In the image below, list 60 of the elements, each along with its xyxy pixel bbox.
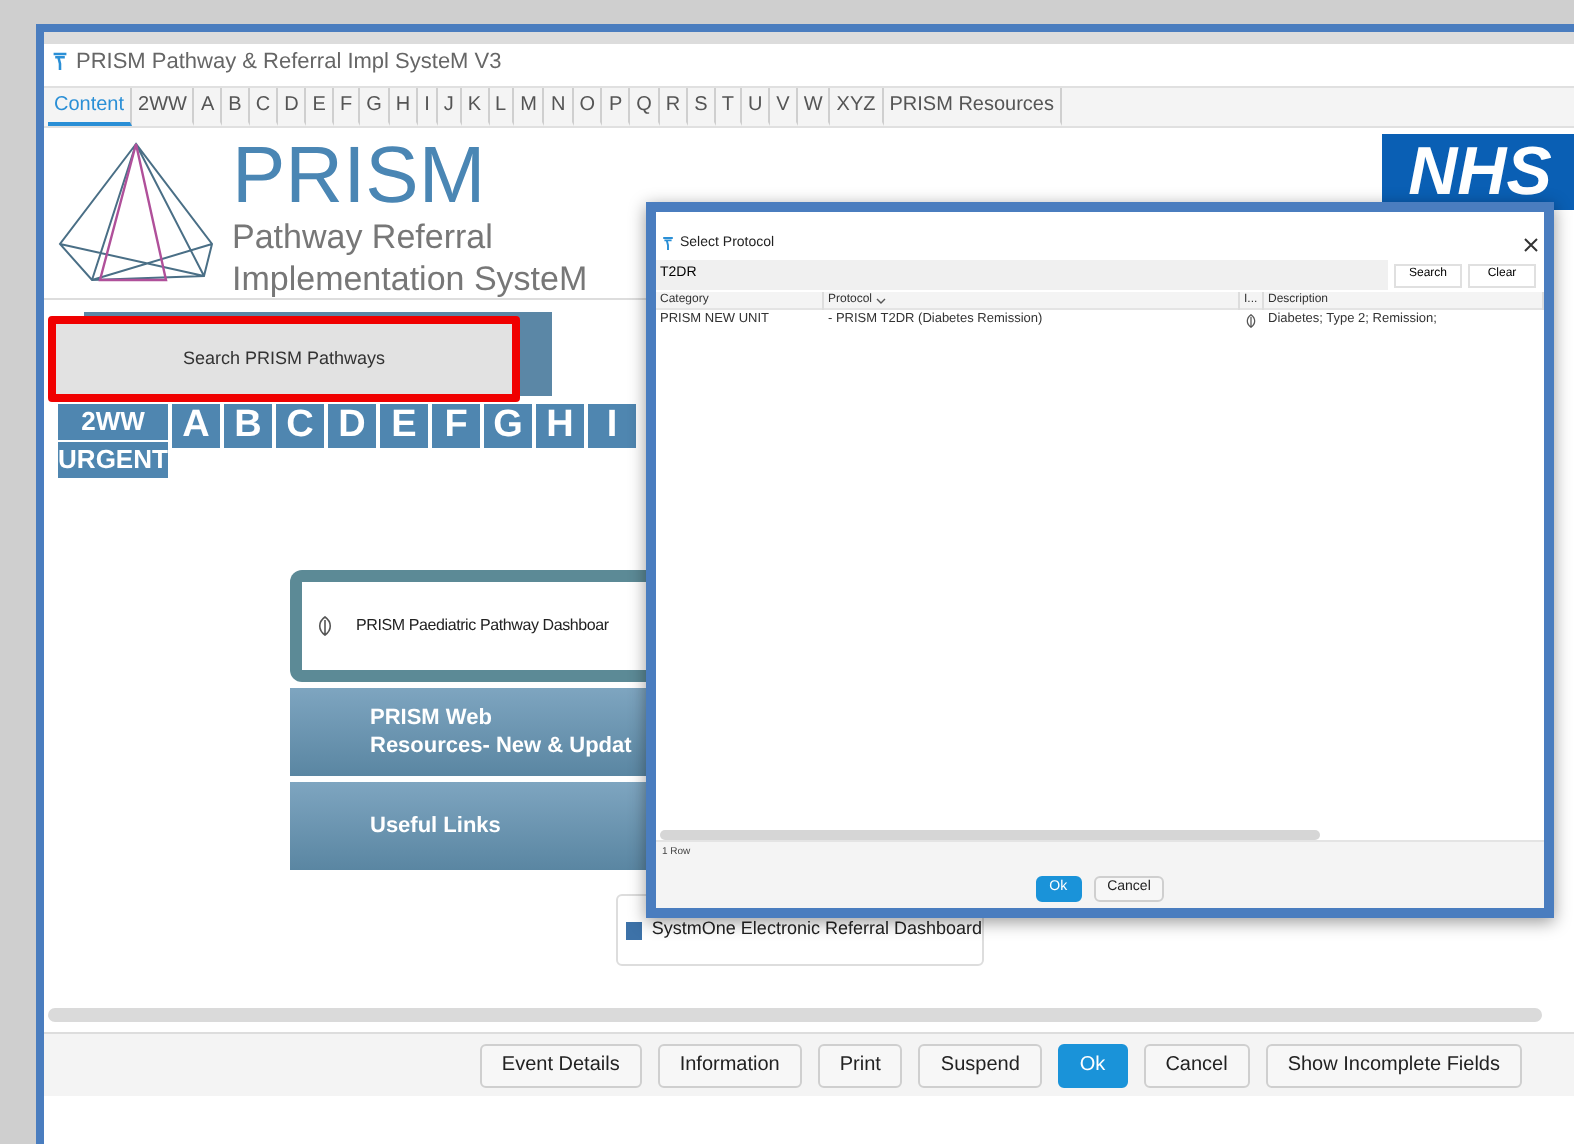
letter-tile[interactable]: D: [328, 404, 376, 448]
tab[interactable]: G: [360, 88, 390, 126]
button[interactable]: Information: [657, 1043, 802, 1087]
letter-tile[interactable]: A: [172, 404, 220, 448]
letter-tile[interactable]: 2WW: [58, 404, 168, 440]
button[interactable]: Cancel: [1143, 1043, 1250, 1087]
urgent-tile[interactable]: URGENT: [58, 442, 168, 478]
tab[interactable]: D: [278, 88, 307, 126]
tab[interactable]: V: [770, 88, 798, 126]
tab[interactable]: XYZ: [830, 88, 884, 126]
tab[interactable]: I: [418, 88, 438, 126]
dashboard-card[interactable]: PRISM Paediatric Pathway Dashboar: [290, 570, 646, 682]
brand-subtitle: Implementation SysteM: [232, 258, 588, 300]
tab[interactable]: A: [194, 88, 223, 126]
tab[interactable]: O: [573, 88, 603, 126]
search-pathways-button[interactable]: Search PRISM Pathways: [48, 316, 520, 402]
funnel-icon: [52, 52, 68, 72]
tab[interactable]: M: [514, 88, 545, 126]
brand-title: PRISM: [232, 136, 488, 216]
letter-tile[interactable]: B: [224, 404, 272, 448]
tab[interactable]: W: [797, 88, 831, 126]
leaf-icon: [318, 616, 332, 636]
leaf-icon: [1246, 313, 1256, 327]
tab[interactable]: U: [741, 88, 771, 126]
button[interactable]: Show Incomplete Fields: [1265, 1043, 1522, 1087]
tab[interactable]: N: [544, 88, 574, 126]
square-icon: [626, 921, 642, 939]
tab[interactable]: S: [688, 88, 716, 126]
tab[interactable]: F: [333, 88, 361, 126]
tab[interactable]: K: [461, 88, 490, 126]
letter-tile[interactable]: E: [380, 404, 428, 448]
funnel-icon: [662, 236, 674, 252]
letter-tile[interactable]: I: [588, 404, 636, 448]
tab[interactable]: E: [306, 88, 334, 126]
tab[interactable]: 2WW: [132, 88, 195, 126]
brand-subtitle: Pathway Referral: [232, 216, 495, 258]
letter-tile[interactable]: F: [432, 404, 480, 448]
letter-tile[interactable]: G: [484, 404, 532, 448]
tab[interactable]: PRISM Resources: [883, 88, 1062, 126]
button[interactable]: Print: [817, 1043, 903, 1087]
tab[interactable]: T: [715, 88, 742, 126]
tab[interactable]: B: [222, 88, 250, 126]
tab[interactable]: J: [437, 88, 462, 126]
window-title: PRISM Pathway & Referral Impl SysteM V3: [76, 47, 502, 78]
tab[interactable]: C: [249, 88, 279, 126]
dashboard-link: PRISM Paediatric Pathway Dashboar: [356, 614, 609, 638]
horizontal-scrollbar[interactable]: [48, 1008, 1542, 1022]
tab[interactable]: Q: [630, 88, 660, 126]
tab[interactable]: L: [489, 88, 515, 126]
close-icon[interactable]: [1524, 237, 1538, 251]
letter-tile[interactable]: C: [276, 404, 324, 448]
sort-caret-icon: [876, 298, 887, 304]
tab[interactable]: H: [389, 88, 419, 126]
tab[interactable]: R: [659, 88, 689, 126]
button[interactable]: Suspend: [918, 1043, 1042, 1087]
button[interactable]: Event Details: [479, 1043, 642, 1087]
letter-tile[interactable]: H: [536, 404, 584, 448]
nhs-logo: NHS: [1382, 134, 1574, 210]
horizontal-scrollbar[interactable]: [660, 830, 1320, 840]
tab[interactable]: P: [602, 88, 631, 126]
